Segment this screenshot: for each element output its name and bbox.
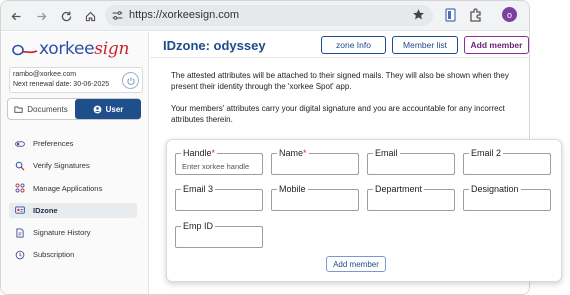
member-list-button[interactable]: Member list (392, 36, 458, 54)
add-member-tab-button[interactable]: Add member (464, 36, 529, 54)
apps-icon (15, 183, 25, 193)
signature-logo-icon (12, 44, 38, 56)
brand-logo[interactable]: xorkeesign (11, 37, 141, 63)
search-icon (15, 161, 25, 171)
field-label: Mobile (277, 184, 308, 194)
url-text: https://xorkeesign.com (129, 9, 240, 21)
bookmark-star-icon[interactable] (412, 8, 425, 21)
sidebar-item-verify-signatures[interactable]: Verify Signatures (9, 158, 137, 173)
sidebar-item-label: Signature History (33, 228, 91, 238)
back-icon[interactable] (7, 7, 25, 25)
sidebar-item-subscription[interactable]: Subscription (9, 247, 137, 262)
site-settings-icon[interactable] (111, 9, 124, 22)
sidebar-item-label: Subscription (33, 250, 75, 260)
account-email: rambo@xorkee.com (13, 71, 77, 78)
user-label: User (105, 104, 124, 114)
mobile-field[interactable]: Mobile (271, 184, 359, 211)
reload-icon[interactable] (57, 7, 75, 25)
sidebar-item-idzone[interactable]: IDzone (9, 202, 137, 218)
sidebar-item-signature-history[interactable]: Signature History (9, 225, 137, 240)
field-label: Name* (277, 148, 309, 158)
email-field[interactable]: Email (367, 148, 455, 175)
home-icon[interactable] (81, 7, 99, 25)
documents-label: Documents (27, 104, 68, 114)
folder-icon (14, 106, 23, 113)
sidebar-item-label: Verify Signatures (33, 161, 90, 171)
field-label: Handle* (181, 148, 218, 158)
documents-user-toggle: Documents User (7, 98, 141, 120)
designation-field[interactable]: Designation (463, 184, 551, 211)
address-bar[interactable]: https://xorkeesign.com (105, 5, 433, 26)
documents-tab[interactable]: Documents (8, 99, 74, 119)
page-header: IDzone: odyssey zone Info Member list Ad… (150, 32, 529, 58)
extension-icon[interactable] (443, 7, 459, 23)
sidebar-item-label: Preferences (33, 139, 74, 148)
subscription-icon (15, 250, 25, 260)
handle-field[interactable]: Handle* Enter xorkee handle (175, 148, 263, 175)
field-placeholder: Enter xorkee handle (182, 162, 250, 171)
emp-id-field[interactable]: Emp ID (175, 221, 263, 248)
field-label: Email 2 (469, 148, 504, 158)
brand-name: xorkeesign (39, 39, 130, 59)
toggle-icon (15, 139, 25, 149)
add-member-submit-button[interactable]: Add member (326, 256, 386, 272)
sidebar: xorkeesign rambo@xorkee.com Next renewal… (1, 32, 149, 294)
logout-power-icon[interactable] (122, 72, 139, 89)
document-icon (15, 228, 25, 238)
puzzle-extensions-icon[interactable] (468, 7, 484, 23)
sidebar-item-label: Manage Applications (33, 183, 103, 193)
sidebar-menu: Preferences Verify Signatures Manage App… (9, 136, 137, 270)
field-label: Email (373, 148, 400, 158)
user-icon (93, 105, 102, 113)
field-label: Department (373, 184, 425, 194)
account-box: rambo@xorkee.com Next renewal date: 30-0… (9, 67, 143, 93)
page-title: IDzone: odyssey (163, 38, 266, 53)
browser-toolbar: https://xorkeesign.com o (1, 1, 529, 31)
email-2-field[interactable]: Email 2 (463, 148, 551, 175)
sidebar-item-label: IDzone (33, 205, 58, 215)
sidebar-item-preferences[interactable]: Preferences (9, 136, 137, 151)
add-member-form: Handle* Enter xorkee handle Name* Email … (166, 139, 562, 282)
forward-icon[interactable] (32, 7, 50, 25)
zone-info-button[interactable]: zone Info (321, 36, 386, 54)
field-label: Emp ID (181, 221, 216, 231)
profile-avatar[interactable]: o (502, 7, 517, 22)
renewal-date: Next renewal date: 30-06-2025 (13, 81, 110, 88)
name-field[interactable]: Name* (271, 148, 359, 175)
info-paragraph-1: The attested attributes will be attached… (171, 71, 509, 91)
sidebar-item-manage-applications[interactable]: Manage Applications (9, 181, 137, 196)
field-label: Email 3 (181, 184, 216, 194)
user-tab[interactable]: User (75, 99, 141, 119)
info-paragraph-2: Your members' attributes carry your digi… (171, 104, 505, 124)
id-card-icon (15, 205, 25, 215)
field-label: Designation (469, 184, 521, 194)
department-field[interactable]: Department (367, 184, 455, 211)
email-3-field[interactable]: Email 3 (175, 184, 263, 211)
